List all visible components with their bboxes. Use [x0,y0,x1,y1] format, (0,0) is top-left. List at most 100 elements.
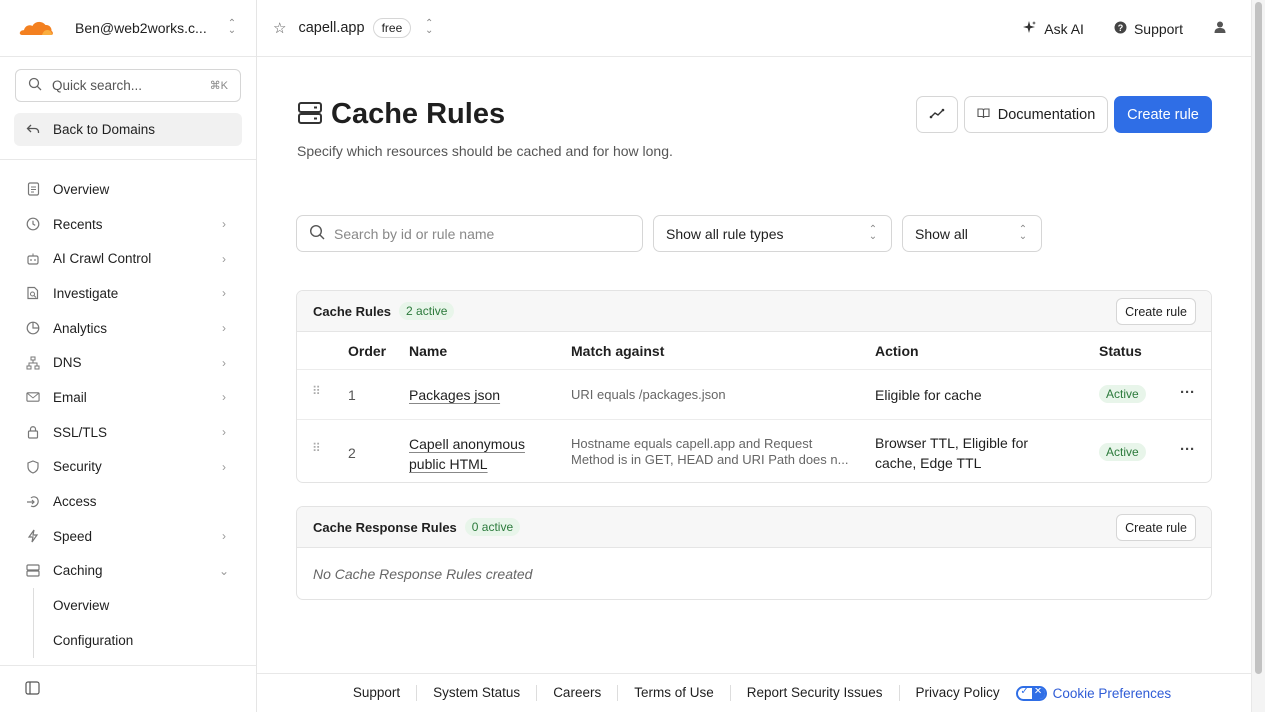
network-icon [26,356,40,370]
cloudflare-logo-icon [18,18,54,38]
user-icon [1213,20,1227,37]
cache-response-rules-header: Cache Response Rules 0 active Create rul… [297,507,1211,548]
cache-rules-card: Cache Rules 2 active Create rule Order N… [296,290,1212,483]
footer-link-report-security[interactable]: Report Security Issues [731,685,900,701]
create-response-rule-button[interactable]: Create rule [1116,514,1196,541]
more-actions-icon[interactable]: ··· [1180,441,1195,458]
pie-icon [26,321,40,335]
rule-action-line: Eligible for cache [875,387,982,403]
user-menu-button[interactable] [1213,20,1227,37]
active-count-badge: 2 active [399,302,455,320]
search-icon [28,77,42,94]
ask-ai-button[interactable]: Ask AI [1022,20,1084,38]
chevron-right-icon: › [222,529,226,544]
scrollbar[interactable] [1251,0,1265,712]
trend-button[interactable] [916,96,958,133]
footer-link-privacy[interactable]: Privacy Policy [900,685,1016,701]
create-rule-button[interactable]: Create rule [1114,96,1212,133]
rule-search-input[interactable]: Search by id or rule name [296,215,643,252]
footer-link-careers[interactable]: Careers [537,685,619,701]
rule-name-link[interactable]: Capell anonymous public HTML [409,434,525,474]
server-icon [297,101,323,128]
chevron-right-icon: › [222,251,226,266]
star-icon[interactable]: ☆ [273,19,286,37]
quick-search-input[interactable]: Quick search... ⌘K [15,69,241,102]
more-actions-icon[interactable]: ··· [1180,384,1195,401]
rule-action: Eligible for cache [875,387,982,403]
footer-link-system-status[interactable]: System Status [417,685,538,701]
rule-name-link[interactable]: Packages json [409,387,500,403]
rule-order: 1 [348,387,356,403]
create-rule-button[interactable]: Create rule [1116,298,1196,325]
rule-action-line: cache, Edge TTL [875,455,982,471]
sidebar-subitem-label: Configuration [53,632,134,648]
sidebar-item-label: AI Crawl Control [53,251,152,267]
footer-link-support[interactable]: Support [337,685,418,701]
sidebar-item-label: Recents [53,216,103,232]
sidebar-subitem-overview[interactable]: Overview [33,588,256,623]
account-switcher[interactable]: Ben@web2works.c... ⌃ ⌄ [0,0,256,57]
search-icon [309,224,325,243]
investigate-icon [26,286,40,300]
sidebar-item-access[interactable]: Access [0,484,256,519]
empty-state-message: No Cache Response Rules created [313,566,533,582]
sidebar-divider [0,159,256,160]
status-filter-select[interactable]: Show all ⌃ ⌄ [902,215,1042,252]
collapse-sidebar-icon[interactable] [25,680,40,698]
back-to-domains-button[interactable]: Back to Domains [14,113,242,146]
cookie-preferences-link[interactable]: ✓ ✕ Cookie Preferences [1015,685,1171,701]
column-header-name[interactable]: Name [409,343,447,359]
footer-link-terms[interactable]: Terms of Use [618,685,731,701]
documentation-label: Documentation [997,106,1096,123]
column-header-status[interactable]: Status [1099,343,1142,359]
support-label: Support [1133,20,1183,37]
column-header-order[interactable]: Order [348,343,386,359]
page-title: Cache Rules [331,98,506,130]
domain-name[interactable]: capell.app [298,20,364,36]
sidebar-item-overview[interactable]: Overview [0,172,256,207]
rule-match-line: Hostname equals capell.app and Request [571,436,813,451]
shortcut-hint: ⌘K [209,80,228,92]
sidebar-item-speed[interactable]: Speed › [0,519,256,554]
column-header-action[interactable]: Action [875,343,919,359]
privacy-toggle-icon: ✓ ✕ [1015,685,1047,701]
active-count-badge: 0 active [464,518,521,536]
sidebar-item-security[interactable]: Security › [0,450,256,485]
cache-rules-title: Cache Rules [313,303,392,319]
documentation-button[interactable]: Documentation [964,96,1108,133]
sidebar-item-email[interactable]: Email › [0,380,256,415]
document-icon [26,182,40,196]
sidebar-item-ai-crawl-control[interactable]: AI Crawl Control › [0,241,256,276]
scrollbar-thumb[interactable] [1255,2,1262,674]
rule-type-select[interactable]: Show all rule types ⌃ ⌄ [653,215,892,252]
rule-name-line: Packages json [409,387,501,403]
chevron-updown-icon[interactable]: ⌃ ⌄ [423,19,435,36]
status-badge: Active [1099,385,1146,403]
chevron-right-icon: › [222,425,226,440]
lock-icon [26,425,40,439]
sidebar-item-analytics[interactable]: Analytics › [0,311,256,346]
sidebar-item-label: Speed [53,528,93,544]
column-header-match[interactable]: Match against [571,343,664,359]
back-arrow-icon [26,122,40,138]
page-subtitle: Specify which resources should be cached… [297,143,673,159]
status-filter-value: Show all [915,225,968,242]
chevron-right-icon: › [222,217,226,232]
sidebar-item-dns[interactable]: DNS › [0,345,256,380]
rule-match: Hostname equals capell.app and Request M… [571,436,848,468]
mail-icon [26,390,40,404]
sidebar-subitem-configuration[interactable]: Configuration [33,622,256,658]
sidebar-item-caching[interactable]: Caching ⌄ [0,554,256,589]
sidebar-item-recents[interactable]: Recents › [0,207,256,242]
sidebar-item-investigate[interactable]: Investigate › [0,276,256,311]
table-row[interactable]: ⠿ 1 Packages json URI equals /packages.j… [297,369,1211,419]
chevron-updown-icon: ⌃ ⌄ [227,18,237,36]
chevron-right-icon: › [222,355,226,370]
drag-handle-icon[interactable]: ⠿ [312,384,322,398]
drag-handle-icon[interactable]: ⠿ [312,441,322,455]
table-row[interactable]: ⠿ 2 Capell anonymous public HTML Hostnam… [297,419,1211,482]
page-footer: Support System Status Careers Terms of U… [257,673,1251,712]
quick-search-placeholder: Quick search... [52,78,143,93]
sidebar-item-ssl-tls[interactable]: SSL/TLS › [0,415,256,450]
support-button[interactable]: ? Support [1114,21,1183,37]
